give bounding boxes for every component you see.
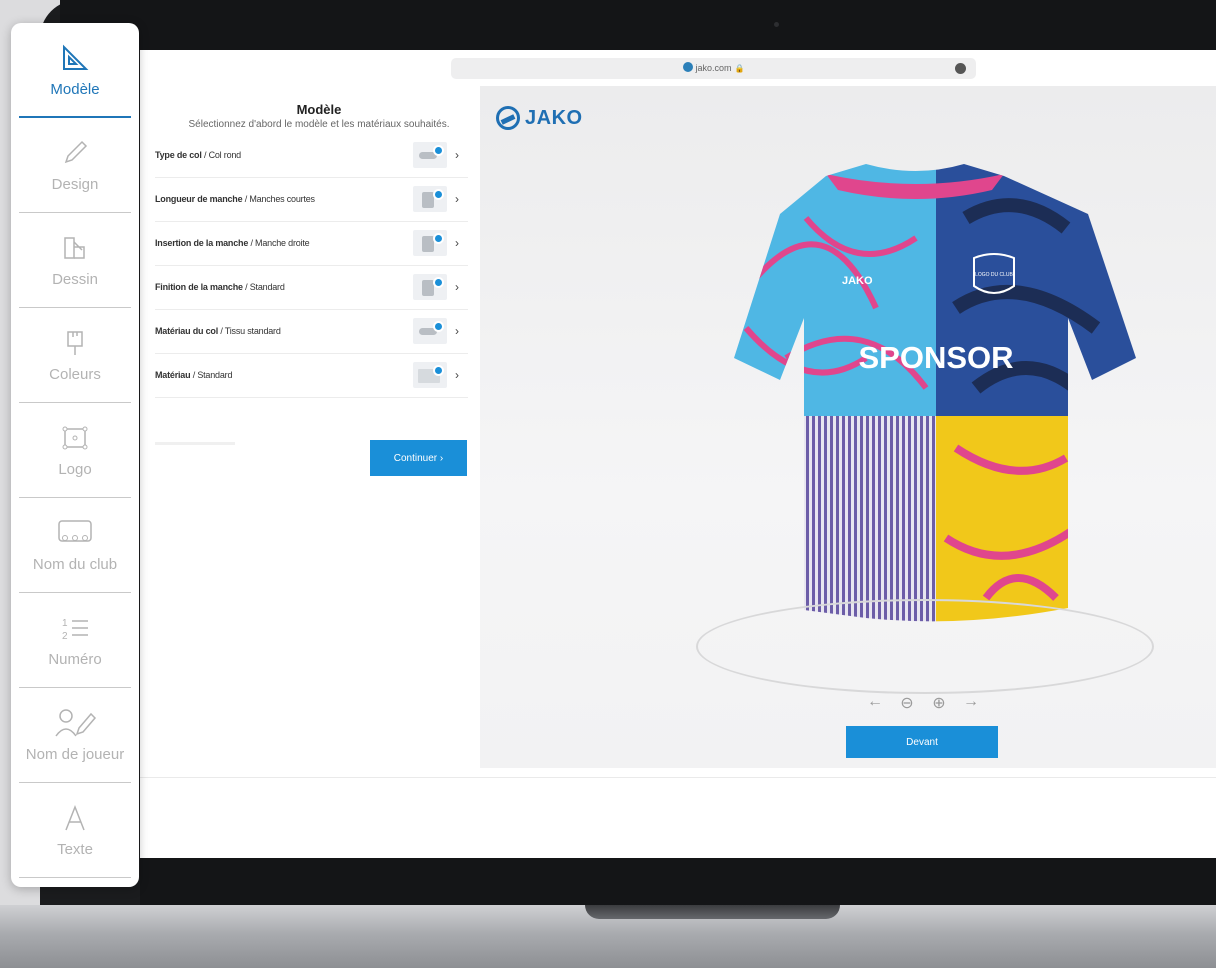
material-thumbnail[interactable] [413,362,447,388]
crest-label: LOGO DU CLUB [975,272,1013,278]
sponsor-text: SPONSOR [858,340,1013,375]
option-row-collar-type[interactable]: Type de col / Col rond › [155,134,468,178]
lock-icon: 🔒 [734,64,745,73]
extension-icon[interactable] [955,63,966,74]
selected-check-icon [433,277,444,288]
player-edit-icon [19,706,131,740]
sidebar-item-dessin[interactable]: Dessin [19,213,131,308]
view-controls: ← ⊖ ⊕ → [866,693,980,713]
url-text: jako.com 🔒 [451,62,976,73]
chevron-right-icon[interactable]: › [455,236,459,250]
set-square-icon [19,41,131,75]
sidebar-item-coleurs[interactable]: Coleurs [19,308,131,403]
option-name: Finition de la manche [155,282,243,292]
laptop-notch [585,905,840,919]
collar-material-thumbnail[interactable] [413,318,447,344]
sidebar-item-texte[interactable]: Texte [19,783,131,878]
pattern-icon [19,231,131,265]
numbered-list-icon: 12 [19,611,131,645]
selected-check-icon [433,233,444,244]
option-row-material[interactable]: Matériau / Standard › [155,354,468,398]
option-value: Manches courtes [249,194,315,204]
sidebar-item-nom-du-club[interactable]: Nom du club [19,498,131,593]
option-row-sleeve-finish[interactable]: Finition de la manche / Standard › [155,266,468,310]
option-name: Type de col [155,150,202,160]
option-name: Insertion de la manche [155,238,249,248]
option-value: Standard [249,282,285,292]
shirt-brand: JAKO [842,275,873,287]
preview-canvas[interactable]: JAKO JAKO LOGO DU CLUB SPONSOR ← ⊖ ⊕ → D… [480,86,1216,768]
rotate-right-icon[interactable]: → [962,693,980,713]
selected-check-icon [433,321,444,332]
tool-sidebar: Modèle Design Dessin Coleurs Logo Nom du… [11,23,139,887]
screen: jako.com 🔒 Modèle Sélectionnez d'abord le… [140,50,1216,858]
paint-brush-icon [19,326,131,360]
selected-check-icon [433,189,444,200]
option-value: Tissu standard [224,326,281,336]
panel-title: Modèle [296,102,342,117]
screen-bezel-top [60,0,1216,50]
team-icon [19,516,131,550]
chevron-right-icon[interactable]: › [455,324,459,338]
sidebar-item-logo[interactable]: Logo [19,403,131,498]
option-row-collar-material[interactable]: Matériau du col / Tissu standard › [155,310,468,354]
address-bar[interactable]: jako.com 🔒 [451,58,976,79]
pencil-icon [19,136,131,170]
text-icon [19,801,131,835]
footer-divider [140,777,1216,778]
option-value: Standard [197,370,233,380]
option-name: Longueur de manche [155,194,243,204]
chevron-right-icon[interactable]: › [455,280,459,294]
view-front-button[interactable]: Devant [846,726,998,758]
sidebar-item-nom-de-joueur[interactable]: Nom de joueur [19,688,131,783]
collar-thumbnail[interactable] [413,142,447,168]
option-name: Matériau du col [155,326,219,336]
selected-check-icon [433,365,444,376]
step-progress [155,442,235,445]
option-name: Matériau [155,370,191,380]
chevron-right-icon[interactable]: › [455,192,459,206]
sidebar-item-design[interactable]: Design [19,118,131,213]
sidebar-item-numero[interactable]: 12 Numéro [19,593,131,688]
option-row-sleeve-insertion[interactable]: Insertion de la manche / Manche droite › [155,222,468,266]
sleeve-insertion-thumbnail[interactable] [413,230,447,256]
screen-bezel-bottom [140,858,1216,905]
sidebar-item-modele[interactable]: Modèle [19,23,131,118]
chevron-right-icon[interactable]: › [455,368,459,382]
svg-text:2: 2 [62,631,68,642]
jako-mark-icon [496,106,520,130]
zoom-out-icon[interactable]: ⊖ [898,693,916,713]
jako-logo: JAKO [496,106,583,130]
chevron-right-icon[interactable]: › [455,148,459,162]
continue-button[interactable]: Continuer › [370,440,467,476]
logo-frame-icon [19,421,131,455]
option-value: Manche droite [255,238,310,248]
option-value: Col rond [208,150,242,160]
globe-icon [682,62,693,72]
panel-subtitle: Sélectionnez d'abord le modèle et les ma… [188,119,450,130]
sleeve-thumbnail[interactable] [413,186,447,212]
sleeve-finish-thumbnail[interactable] [413,274,447,300]
model-config-panel: Modèle Sélectionnez d'abord le modèle et… [140,86,480,786]
zoom-in-icon[interactable]: ⊕ [930,693,948,713]
jersey-preview[interactable]: JAKO LOGO DU CLUB SPONSOR [716,158,1152,628]
svg-text:1: 1 [62,618,68,629]
rotate-left-icon[interactable]: ← [866,693,884,713]
selected-check-icon [433,145,444,156]
option-row-sleeve-length[interactable]: Longueur de manche / Manches courtes › [155,178,468,222]
camera [774,22,779,27]
turntable-ring [696,599,1154,694]
